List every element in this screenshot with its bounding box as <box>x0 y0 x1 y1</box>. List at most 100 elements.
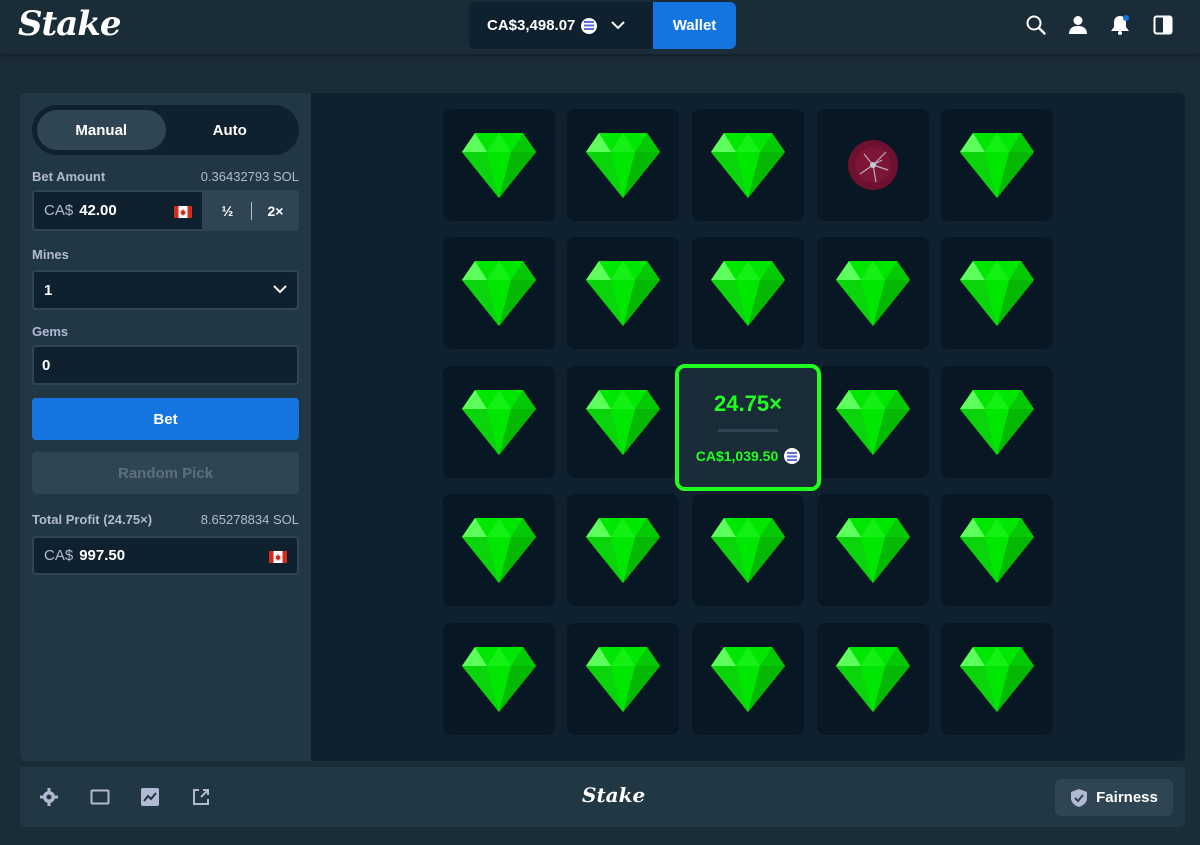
gem-icon <box>960 518 1034 583</box>
gem-icon <box>836 518 910 583</box>
total-profit-label: Total Profit (24.75×) <box>32 512 153 527</box>
settings-icon[interactable] <box>39 787 59 807</box>
solana-coin-icon <box>581 17 598 34</box>
wallet-button[interactable]: Wallet <box>653 2 736 49</box>
mode-toggle: Manual Auto <box>32 105 299 155</box>
gems-label: Gems <box>32 324 69 339</box>
mines-value: 1 <box>44 281 53 299</box>
gems-label-row: Gems <box>32 324 299 339</box>
popout-icon[interactable] <box>191 787 211 807</box>
mine-tile[interactable] <box>817 109 929 221</box>
tab-manual[interactable]: Manual <box>37 110 166 150</box>
bet-sidebar: Manual Auto Bet Amount 0.36432793 SOL CA… <box>20 93 311 761</box>
gem-tile[interactable] <box>567 366 679 478</box>
bell-icon[interactable] <box>1109 14 1131 36</box>
random-pick-button[interactable]: Random Pick <box>32 452 299 494</box>
win-multiplier: 24.75× <box>714 391 782 416</box>
theatre-mode-icon[interactable] <box>90 787 110 807</box>
gem-icon <box>711 647 785 712</box>
gem-tile[interactable] <box>817 366 929 478</box>
bet-amount-input[interactable]: CA$ 42.00 <box>32 190 204 231</box>
gems-value: 0 <box>42 356 51 374</box>
gem-icon <box>586 518 660 583</box>
profit-currency: CA$ <box>44 547 74 564</box>
mines-select[interactable]: 1 <box>32 270 299 310</box>
bet-amount-value: 42.00 <box>79 202 117 219</box>
gem-icon <box>711 261 785 326</box>
stake-logo[interactable]: Stake <box>18 4 121 44</box>
total-profit-label-row: Total Profit (24.75×) 8.65278834 SOL <box>32 512 299 527</box>
gem-tile[interactable] <box>567 109 679 221</box>
gem-tile[interactable] <box>692 494 804 606</box>
gem-tile[interactable] <box>567 494 679 606</box>
gem-tile[interactable] <box>567 623 679 735</box>
bet-button[interactable]: Bet <box>32 398 299 440</box>
win-popup: 24.75× CA$1,039.50 <box>675 364 821 491</box>
mines-label-row: Mines <box>32 247 299 262</box>
gem-tile[interactable] <box>941 237 1053 349</box>
gem-tile[interactable] <box>817 237 929 349</box>
gem-icon <box>462 647 536 712</box>
gem-icon <box>462 390 536 455</box>
balance-selector[interactable]: CA$3,498.07 <box>469 2 654 49</box>
tab-auto[interactable]: Auto <box>166 110 295 150</box>
total-profit-value: 997.50 <box>79 547 126 564</box>
gem-icon <box>960 261 1034 326</box>
gem-tile[interactable] <box>443 237 555 349</box>
gem-tile[interactable] <box>941 109 1053 221</box>
shield-check-icon <box>1070 788 1088 808</box>
gem-tile[interactable] <box>443 109 555 221</box>
gem-tile[interactable] <box>941 623 1053 735</box>
bet-currency: CA$ <box>44 202 74 219</box>
gem-tile[interactable] <box>692 237 804 349</box>
footer-logo: Stake <box>582 783 646 807</box>
gem-icon <box>711 133 785 198</box>
gem-icon <box>586 390 660 455</box>
gem-icon <box>711 518 785 583</box>
gem-icon <box>960 390 1034 455</box>
solana-coin-icon <box>784 448 801 464</box>
gem-tile[interactable] <box>443 494 555 606</box>
total-profit-crypto: 8.65278834 SOL <box>200 512 299 527</box>
gem-icon <box>586 261 660 326</box>
gem-tile[interactable] <box>817 494 929 606</box>
gem-icon <box>586 647 660 712</box>
balance-amount: CA$3,498.07 <box>487 17 576 34</box>
half-bet-button[interactable]: ½ <box>204 190 251 231</box>
gem-tile[interactable] <box>941 366 1053 478</box>
gem-icon <box>462 261 536 326</box>
win-amount-row: CA$1,039.50 <box>696 448 801 464</box>
gem-tile[interactable] <box>443 623 555 735</box>
win-amount: CA$1,039.50 <box>695 448 779 464</box>
bet-amount-crypto: 0.36432793 SOL <box>200 169 299 184</box>
gem-tile[interactable] <box>443 366 555 478</box>
fairness-button[interactable]: Fairness <box>1055 779 1173 816</box>
gems-field[interactable]: 0 <box>32 345 299 385</box>
mines-label: Mines <box>32 247 69 262</box>
gem-icon <box>960 133 1034 198</box>
double-bet-button[interactable]: 2× <box>252 190 299 231</box>
gem-tile[interactable] <box>941 494 1053 606</box>
sidebar-toggle-icon[interactable] <box>1152 14 1174 36</box>
gem-icon <box>586 133 660 198</box>
gem-tile[interactable] <box>567 237 679 349</box>
chevron-down-icon <box>273 281 287 299</box>
gem-tile[interactable] <box>692 109 804 221</box>
canada-flag-icon <box>174 205 192 218</box>
gem-icon <box>462 133 536 198</box>
canada-flag-icon <box>269 550 287 563</box>
mine-icon <box>848 140 898 190</box>
chevron-down-icon <box>611 17 626 35</box>
gem-icon <box>960 647 1034 712</box>
search-icon[interactable] <box>1025 14 1047 36</box>
total-profit-field: CA$ 997.50 <box>32 536 299 575</box>
stats-icon[interactable] <box>140 787 160 807</box>
user-icon[interactable] <box>1067 14 1089 36</box>
gem-tile[interactable] <box>817 623 929 735</box>
game-footer: Stake Fairness <box>20 767 1185 827</box>
fairness-label: Fairness <box>1096 789 1158 806</box>
gem-icon <box>462 518 536 583</box>
gem-tile[interactable] <box>692 623 804 735</box>
bet-amount-group: CA$ 42.00 ½ 2× <box>32 190 299 231</box>
gem-icon <box>836 390 910 455</box>
